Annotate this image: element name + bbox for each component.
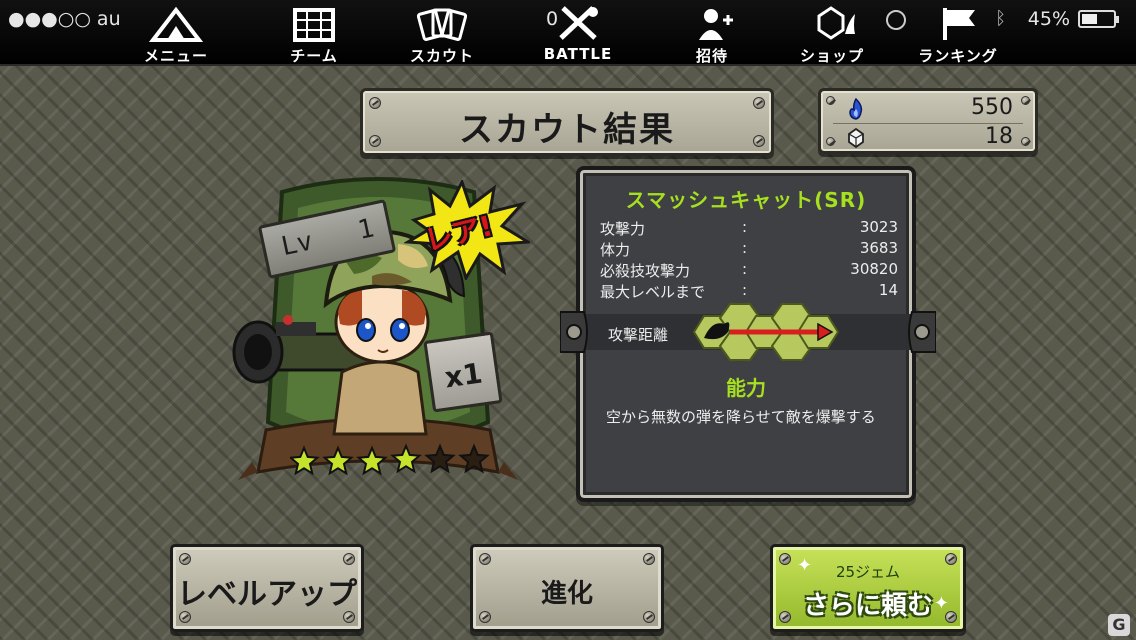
carrier-signal: ●●●○○ au	[8, 8, 121, 30]
star-filled-icon	[290, 445, 320, 476]
gem-shop-icon	[817, 6, 855, 40]
scout-again-button[interactable]: ✦ ✦ 25ジェム さらに頼む	[770, 544, 966, 632]
level-up-label: レベルアップ	[177, 577, 357, 612]
scout-cost: 25ジェム	[835, 563, 901, 581]
stat-row: 攻撃力 : 3023	[600, 218, 898, 239]
stat-row: 最大レベルまで : 14	[600, 281, 898, 302]
stat-colon: :	[742, 281, 748, 299]
range-hex-grid	[692, 303, 840, 361]
card-count: x1	[442, 356, 485, 395]
bolt-icon	[479, 553, 491, 565]
nav-menu[interactable]: メニュー	[126, 0, 226, 66]
stat-label: 最大レベルまで	[600, 283, 706, 301]
nav-battle-label: BATTLE	[543, 45, 613, 63]
star-empty-icon	[458, 443, 490, 474]
invite-person-icon	[699, 9, 733, 40]
bolt-icon	[479, 611, 491, 623]
ability-title: 能力	[726, 376, 766, 400]
range-label: 攻撃距離	[608, 326, 669, 344]
level-prefix: Lv	[278, 226, 316, 263]
title-plate: スカウト結果	[360, 88, 774, 156]
star-filled-icon	[322, 445, 354, 476]
bolt-icon	[343, 553, 355, 565]
bolt-icon	[826, 137, 835, 146]
star-empty-icon	[424, 443, 456, 474]
map-team-icon	[293, 8, 335, 42]
evolve-button[interactable]: 進化	[470, 544, 664, 632]
cards-scout-icon	[416, 8, 468, 41]
nav-shop[interactable]: ショップ	[782, 0, 882, 66]
stat-value: 30820	[850, 260, 898, 278]
crossed-swords-battle-icon	[559, 6, 598, 40]
nav-invite[interactable]: 招待	[662, 0, 762, 66]
flame-value: 550	[971, 95, 1013, 120]
stat-row: 必殺技攻撃力 : 30820	[600, 260, 898, 281]
bolt-icon	[826, 96, 835, 105]
stat-value: 14	[878, 281, 898, 299]
bolt-icon	[1021, 137, 1030, 146]
stat-label: 攻撃力	[600, 220, 646, 238]
level-value: 1	[355, 213, 377, 246]
star-filled-icon	[356, 445, 388, 476]
evolve-label: 進化	[540, 579, 593, 609]
battery-percent: 45%	[1027, 8, 1070, 30]
gem-currency-row: 18	[839, 124, 1013, 151]
nav-ranking-label: ランキング	[918, 47, 998, 65]
nav-battle[interactable]: BATTLE	[528, 0, 628, 66]
count-tag: x1	[423, 331, 503, 413]
nav-scout-label: スカウト	[409, 47, 474, 65]
currency-panel: 550 18	[818, 88, 1038, 154]
scout-again-label: さらに頼む	[802, 591, 933, 621]
bolt-icon	[643, 611, 655, 623]
gem-icon	[848, 127, 864, 149]
gem-value: 18	[985, 124, 1013, 149]
nav-menu-label: メニュー	[143, 47, 208, 65]
stat-value: 3023	[859, 218, 898, 236]
rarity-stars	[290, 443, 490, 476]
star-filled-icon	[390, 443, 422, 474]
nav-shop-label: ショップ	[799, 47, 864, 65]
nav-team-label: チーム	[290, 47, 338, 65]
stat-label: 体力	[600, 241, 631, 259]
nav-team[interactable]: チーム	[264, 0, 364, 66]
nav-ranking[interactable]: ランキング	[908, 0, 1008, 66]
page-title: スカウト結果	[459, 110, 675, 150]
bolt-icon	[179, 553, 191, 565]
level-label: Lv 1	[279, 213, 377, 262]
bolt-icon	[1021, 96, 1030, 105]
stat-colon: :	[742, 260, 748, 278]
stat-colon: :	[742, 218, 748, 236]
stat-value: 3683	[859, 239, 898, 257]
level-up-button[interactable]: レベルアップ	[170, 544, 364, 632]
nav-invite-label: 招待	[695, 47, 728, 65]
top-nav-bar: ●●●○○ au 0 ᛒ 45% メニュー チーム スカウト BATTLE 招待…	[0, 0, 1136, 66]
blue-flame-icon	[849, 98, 863, 120]
tent-menu-icon	[149, 6, 203, 42]
bolt-icon	[643, 553, 655, 565]
battery-icon	[1078, 10, 1119, 28]
ability-description: 空から無数の弾を降らせて敵を爆撃する	[606, 408, 876, 426]
rotation-lock-icon	[886, 10, 906, 30]
stat-label: 必殺技攻撃力	[600, 262, 691, 280]
flag-ranking-icon	[943, 8, 975, 40]
stat-row: 体力 : 3683	[600, 239, 898, 260]
nav-scout[interactable]: スカウト	[392, 0, 492, 66]
card-name: スマッシュキャット(SR)	[625, 188, 867, 212]
watermark-logo: G	[1108, 614, 1130, 636]
stat-colon: :	[742, 239, 748, 257]
flame-currency-row: 550	[839, 95, 1013, 122]
